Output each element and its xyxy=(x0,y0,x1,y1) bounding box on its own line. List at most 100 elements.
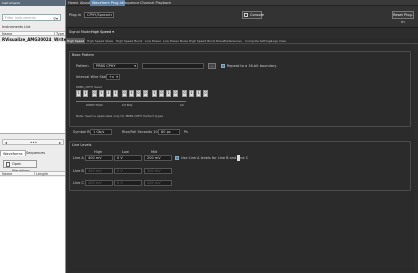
open-waveform-button[interactable]: Open Waveform xyxy=(3,160,37,173)
search-icon[interactable]: ⚲▾ xyxy=(53,16,58,21)
plugin-select[interactable]: CPHY/Spread ▾ xyxy=(84,12,114,18)
seed-bit[interactable]: 1 xyxy=(152,90,157,97)
pattern-select[interactable]: PRBS CPHY ▾ xyxy=(93,63,138,69)
line-a-low-input[interactable]: 0 V xyxy=(114,155,142,161)
line-levels-title: Line Levels xyxy=(72,143,92,147)
seed-bit[interactable]: 1 xyxy=(83,90,88,97)
chevron-down-icon: ▾ xyxy=(134,64,136,68)
seed-bit[interactable]: 0 xyxy=(173,90,178,97)
text-cursor xyxy=(237,155,240,161)
chevron-down-icon: ▾ xyxy=(116,75,118,79)
col-length[interactable]: Length xyxy=(34,172,48,176)
seed-note: Note: Seed is applicable only for PRBS C… xyxy=(76,114,164,118)
waveform-list-area xyxy=(0,177,65,273)
seed-bit[interactable]: 0 xyxy=(136,90,141,97)
console-icon xyxy=(244,13,248,17)
console-button[interactable]: Console xyxy=(242,11,264,19)
line-c-label: Line C xyxy=(73,181,84,185)
seed-bit[interactable]: 1 xyxy=(76,90,81,97)
tab-high-speed-burst-noise[interactable]: High Speed Burst Noise xyxy=(188,38,225,44)
rise-fall-unit: Ps xyxy=(184,130,188,134)
line-a-mid-input[interactable]: 200 mV xyxy=(144,155,172,161)
seed-bit[interactable]: 1 xyxy=(166,90,171,97)
base-pattern-title: Base Pattern xyxy=(72,53,95,57)
scroll-right-icon[interactable]: ▸ xyxy=(59,140,61,145)
folder-icon xyxy=(6,162,10,167)
line-c-mid-input[interactable]: 200 mV xyxy=(144,180,172,186)
list-nav: ◂ ••• ▸ xyxy=(2,139,64,145)
seed-bit[interactable]: 1 xyxy=(113,90,118,97)
col-type[interactable]: Type xyxy=(54,32,64,36)
pattern-label: Pattern xyxy=(76,64,89,68)
tab-preferences[interactable]: Preferences xyxy=(223,38,243,44)
tab-compute-settings[interactable]: Compute Settings xyxy=(244,38,273,44)
plugin-label: Plug-in xyxy=(69,13,81,17)
seed-bit[interactable]: 1 xyxy=(196,90,201,97)
waveform-table-header: Name Length xyxy=(0,171,65,176)
seed-bit[interactable]: 0 xyxy=(92,90,97,97)
seed-bit[interactable]: 1 xyxy=(129,90,134,97)
tab-waveforms[interactable]: Waveforms xyxy=(0,150,26,156)
tab-low-power[interactable]: Low Power xyxy=(144,38,162,44)
repeat-label: Repeat to a 16-bit boundary xyxy=(227,64,277,68)
seed-bit[interactable]: 0 xyxy=(182,90,187,97)
line-a-high-input[interactable]: 400 mV xyxy=(85,155,113,161)
col-high: High xyxy=(94,150,103,154)
tab-sequences[interactable]: Sequences xyxy=(24,150,47,156)
rise-fall-input[interactable]: 80 ps xyxy=(158,129,180,135)
symbol-rate-input[interactable]: 1 Gb/s xyxy=(90,129,112,135)
col-mid: Mid xyxy=(151,150,158,154)
instrument-list-label: Instruments List xyxy=(2,25,31,29)
browse-button[interactable]: ... xyxy=(208,63,216,69)
seed-bit[interactable]: 0 xyxy=(143,90,148,97)
toolbar: Plug-in CPHY/Spread ▾ Console Reset Plug… xyxy=(66,6,418,28)
tab-low-power-noise[interactable]: Low Power Noise xyxy=(162,38,189,44)
interval-select[interactable]: +x ▾ xyxy=(106,74,120,80)
col-name[interactable]: Name xyxy=(2,172,12,176)
tab-high-speed-skew[interactable]: High Speed Skew xyxy=(86,38,114,44)
interval-label: Interval Wire State xyxy=(76,75,109,79)
seed-bit[interactable]: 1 xyxy=(99,90,104,97)
instrument-list-area xyxy=(0,42,65,134)
direction-line xyxy=(76,101,186,102)
tab-high-speed[interactable]: High Speed xyxy=(66,38,86,44)
prbs-seed-label: PRBS_CPHY Seed xyxy=(76,85,102,89)
signal-mode-label: Signal Mode: xyxy=(69,30,92,34)
seed-bit[interactable]: 1 xyxy=(106,90,111,97)
line-c-low-input[interactable]: 0 V xyxy=(114,180,142,186)
seed-bit[interactable]: 1 xyxy=(189,90,194,97)
signal-mode-row: Signal Mode: High Speed ▾ xyxy=(66,28,418,36)
plugin-value: CPHY/Spread xyxy=(87,13,110,17)
waveform-tabs: Waveforms Sequences xyxy=(0,150,65,156)
splitter-handle-icon[interactable]: ••• xyxy=(30,140,37,145)
repeat-checkbox[interactable] xyxy=(221,64,225,68)
col-name[interactable]: Name xyxy=(2,32,12,36)
interval-value: +x xyxy=(109,75,115,79)
tab-high-speed-burst[interactable]: High Speed Burst xyxy=(115,38,143,44)
search-placeholder: Filter Instruments xyxy=(5,16,36,20)
chevron-down-icon: ▾ xyxy=(110,13,112,17)
plugin-tabs: High Speed High Speed Skew High Speed Bu… xyxy=(66,38,418,44)
pattern-value: PRBS CPHY xyxy=(96,64,116,68)
reset-plugin-button[interactable]: Reset Plug-in xyxy=(392,11,414,24)
signal-mode-select[interactable]: High Speed ▾ xyxy=(91,30,114,34)
seed-bit[interactable]: 0 xyxy=(159,90,164,97)
high-speed-panel: Base Pattern Pattern PRBS CPHY ▾ ... Rep… xyxy=(68,46,414,271)
tab-logs-view[interactable]: Logs View xyxy=(270,38,287,44)
line-b-high-input[interactable]: 400 mV xyxy=(85,168,113,174)
instruments-panel: Instruments Filter Instruments ⚲▾ Instru… xyxy=(0,0,66,273)
console-label: Console xyxy=(250,13,264,17)
pattern-file-input[interactable] xyxy=(142,63,204,69)
direction-label: DIRECTION xyxy=(86,103,103,107)
msb-label: b0 xyxy=(180,103,184,107)
line-b-low-input[interactable]: 0 V xyxy=(114,168,142,174)
line-c-high-input[interactable]: 400 mV xyxy=(85,180,113,186)
seed-bit[interactable]: 0 xyxy=(203,90,208,97)
seed-bit[interactable]: 0 xyxy=(122,90,127,97)
instrument-search-input[interactable]: Filter Instruments ⚲▾ xyxy=(2,14,61,21)
same-levels-checkbox[interactable] xyxy=(175,156,179,160)
line-a-label: Line A xyxy=(73,156,84,160)
line-b-label: Line B xyxy=(73,169,84,173)
scroll-left-icon[interactable]: ◂ xyxy=(5,140,7,145)
line-b-mid-input[interactable]: 200 mV xyxy=(144,168,172,174)
